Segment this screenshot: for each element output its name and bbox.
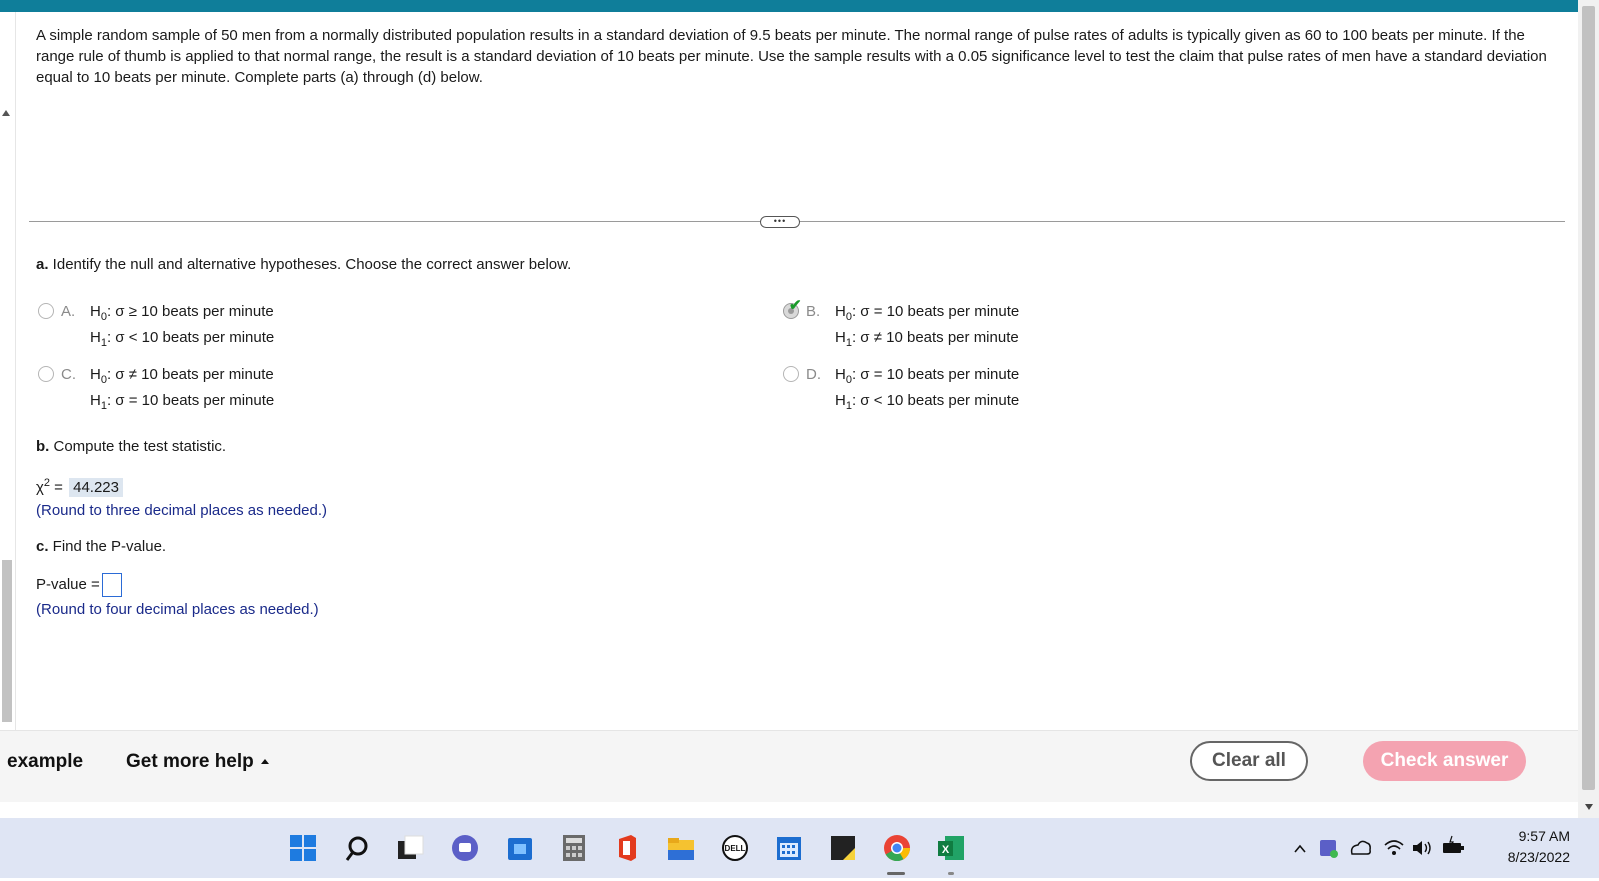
page-scrollbar[interactable] [1578,0,1599,818]
svg-text:X: X [942,844,950,856]
question-text: A simple random sample of 50 men from a … [36,27,1547,86]
teams-icon[interactable] [1318,818,1340,878]
view-example-link[interactable]: example [7,751,83,773]
get-more-help-label: Get more help [126,751,254,772]
option-b-h1: H1: σ ≠ 10 beats per minute [835,329,1019,349]
excel-running-indicator [948,872,954,875]
store-icon[interactable] [506,834,534,862]
system-clock[interactable]: 9:57 AM 8/23/2022 [1480,826,1570,868]
chi-square-symbol: χ [36,479,44,496]
scroll-down-arrow-icon[interactable] [1585,804,1593,810]
get-more-help-button[interactable]: Get more help [126,751,269,773]
option-d-h1: H1: σ < 10 beats per minute [835,392,1020,412]
onedrive-icon[interactable] [1348,818,1372,878]
chevron-up-icon[interactable] [1292,818,1308,878]
part-b-text: Compute the test statistic. [49,438,227,455]
part-c-hint: (Round to four decimal places as needed.… [36,601,319,618]
check-answer-button[interactable]: Check answer [1363,741,1526,781]
clock-date: 8/23/2022 [1507,849,1570,865]
option-a-h0: H0: σ ≥ 10 beats per minute [90,303,274,323]
windows-taskbar: DELL X 9:57 AM 8/23/2022 [0,818,1599,878]
caret-up-icon [260,759,269,765]
office-icon[interactable] [613,834,641,862]
chrome-icon[interactable] [883,834,911,862]
part-b-label: b. Compute the test statistic. [36,438,226,455]
p-value-label: P-value = [36,575,100,593]
option-c-radio[interactable] [38,366,54,382]
option-a-letter: A. [61,303,76,320]
p-value-row: P-value = [36,573,122,597]
volume-icon[interactable] [1410,818,1434,878]
left-scroll-thumb[interactable] [2,560,12,722]
clear-all-button[interactable]: Clear all [1190,741,1308,781]
battery-icon[interactable] [1440,818,1466,878]
left-scrollbar[interactable] [0,12,16,736]
p-value-input[interactable] [101,573,122,597]
excel-icon[interactable]: X [937,834,965,862]
calendar-icon[interactable] [775,834,803,862]
task-view-icon[interactable] [396,834,424,862]
clock-time: 9:57 AM [1518,828,1570,844]
page-scroll-thumb[interactable] [1582,6,1595,790]
search-icon[interactable] [343,834,371,862]
option-a-radio[interactable] [38,303,54,319]
top-accent-bar [0,0,1599,12]
chrome-active-indicator [887,872,905,875]
file-explorer-icon[interactable] [667,834,695,862]
calculator-icon[interactable] [560,834,588,862]
chat-icon[interactable] [451,834,479,862]
part-a-label: a. Identify the null and alternative hyp… [36,256,571,273]
option-c-letter: C. [61,366,76,383]
part-b-letter: b. [36,438,50,455]
option-c-h1: H1: σ = 10 beats per minute [90,392,275,412]
part-a-letter: a. [36,256,49,273]
option-d-radio[interactable] [783,366,799,382]
option-b-h0: H0: σ = 10 beats per minute [835,303,1020,323]
option-d-h0: H0: σ = 10 beats per minute [835,366,1020,386]
test-statistic-row: χ2 = 44.223 [36,477,123,497]
wifi-icon[interactable] [1382,818,1406,878]
dell-icon[interactable]: DELL [721,834,749,862]
divider-handle[interactable]: ••• [760,216,800,228]
correct-check-icon: ✔ [789,297,802,314]
scroll-up-arrow-icon[interactable] [2,110,10,116]
part-c-letter: c. [36,538,49,555]
part-c-label: c. Find the P-value. [36,538,166,555]
option-b-letter: B. [806,303,821,320]
part-b-hint: (Round to three decimal places as needed… [36,502,328,519]
option-a-h1: H1: σ < 10 beats per minute [90,329,275,349]
windows-start-icon[interactable] [289,834,317,862]
sticky-notes-icon[interactable] [829,834,857,862]
part-c-text: Find the P-value. [48,538,167,555]
option-d-letter: D. [806,366,821,383]
svg-text:DELL: DELL [725,844,746,853]
equals-sign: = [50,479,68,496]
test-statistic-answer[interactable]: 44.223 [69,478,123,497]
part-a-text: Identify the null and alternative hypoth… [48,256,572,273]
option-c-h0: H0: σ ≠ 10 beats per minute [90,366,274,386]
